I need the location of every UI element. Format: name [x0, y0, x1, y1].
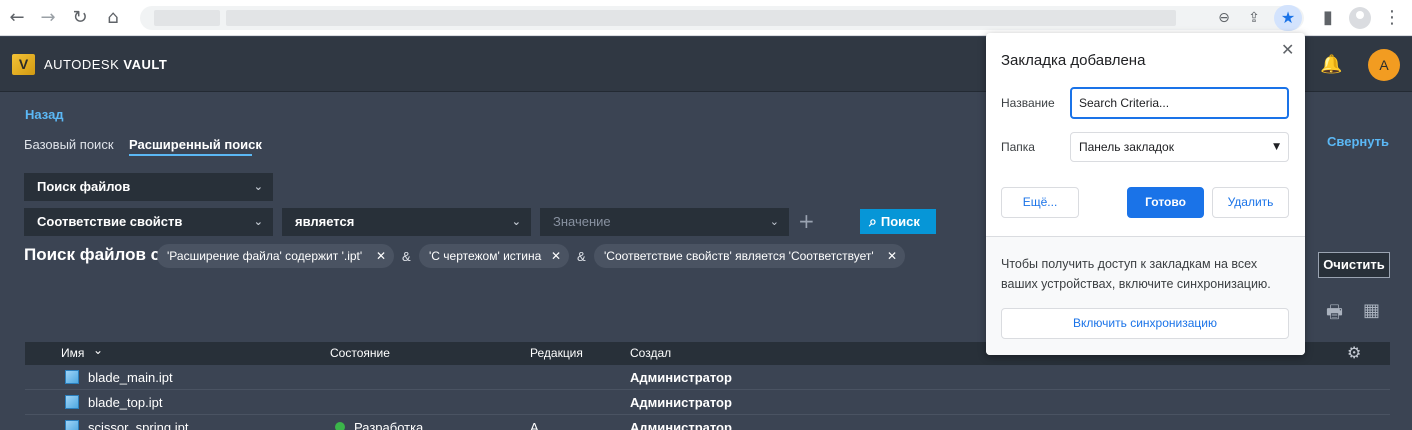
and-separator: &: [402, 249, 411, 264]
user-avatar[interactable]: A: [1368, 49, 1400, 81]
tab-advanced-search[interactable]: Расширенный поиск: [129, 137, 262, 152]
clear-button[interactable]: Очистить: [1318, 252, 1390, 278]
add-condition-plus-icon[interactable]: +: [798, 209, 815, 233]
filter-chip: 'Расширение файла' содержит '.ipt' ✕: [157, 244, 394, 268]
created-by: Администратор: [630, 395, 732, 410]
search-button-label: Поиск: [880, 214, 920, 229]
file-name[interactable]: scissor_spring.ipt: [88, 420, 188, 430]
url-redacted: [226, 10, 1176, 26]
delete-button[interactable]: Удалить: [1212, 187, 1289, 218]
chevron-down-icon: ⌄: [253, 215, 263, 228]
folder-label: Папка: [1001, 140, 1035, 154]
chevron-down-icon: ⌄: [253, 180, 263, 193]
dropdown-triangle-icon: ▼: [1273, 142, 1280, 152]
part-file-icon: [65, 395, 79, 409]
filter-chip-label: 'Соответствие свойств' является 'Соответ…: [604, 249, 874, 263]
brand-title: AUTODESK VAULT: [44, 57, 167, 72]
filter-title: Поиск файлов с: [24, 245, 161, 264]
table-row[interactable]: blade_main.ipt Администратор: [25, 365, 1390, 390]
revision: A: [530, 420, 539, 430]
name-label: Название: [1001, 96, 1055, 110]
filter-chip-label: 'Расширение файла' содержит '.ipt': [167, 249, 363, 263]
brand-prefix: AUTODESK: [44, 57, 120, 72]
sync-section: Чтобы получить доступ к закладкам на все…: [986, 237, 1305, 355]
search-type-dropdown[interactable]: Поиск файлов ⌄: [24, 173, 273, 201]
home-icon[interactable]: ⌂: [101, 6, 125, 30]
sync-note: Чтобы получить доступ к закладкам на все…: [1001, 257, 1271, 291]
browser-menu-icon[interactable]: ⋮: [1380, 6, 1404, 30]
filter-chip: 'Соответствие свойств' является 'Соответ…: [594, 244, 905, 268]
created-by: Администратор: [630, 370, 732, 385]
value-placeholder: Значение: [553, 214, 611, 229]
forward-arrow-icon[interactable]: →: [36, 6, 60, 30]
operator-dropdown[interactable]: является ⌄: [282, 208, 531, 236]
address-bar[interactable]: ⊖ ⇪: [140, 6, 1304, 30]
gear-icon[interactable]: ⚙: [1347, 343, 1361, 362]
folder-select[interactable]: Панель закладок ▼: [1070, 132, 1289, 162]
done-button[interactable]: Готово: [1127, 187, 1204, 218]
back-arrow-icon[interactable]: ←: [5, 6, 29, 30]
brand-name: VAULT: [123, 57, 168, 72]
search-type-value: Поиск файлов: [37, 179, 131, 194]
active-tab-indicator: [129, 154, 252, 156]
folder-value: Панель закладок: [1079, 140, 1174, 154]
url-redacted: [154, 10, 220, 26]
part-file-icon: [65, 370, 79, 384]
vault-logo: V: [12, 54, 35, 75]
more-button[interactable]: Ещё...: [1001, 187, 1079, 218]
back-link[interactable]: Назад: [25, 107, 64, 122]
remove-chip-icon[interactable]: ✕: [376, 244, 386, 268]
column-header-created-by[interactable]: Создал: [630, 346, 671, 360]
side-panel-icon[interactable]: ▮: [1316, 6, 1340, 30]
share-icon[interactable]: ⇪: [1244, 8, 1264, 28]
enable-sync-button[interactable]: Включить синхронизацию: [1001, 308, 1289, 339]
value-dropdown[interactable]: Значение ⌄: [540, 208, 789, 236]
created-by: Администратор: [630, 420, 732, 430]
column-header-state[interactable]: Состояние: [330, 346, 390, 360]
table-row[interactable]: blade_top.ipt Администратор: [25, 390, 1390, 415]
file-name[interactable]: blade_top.ipt: [88, 395, 162, 410]
property-value: Соответствие свойств: [37, 214, 183, 229]
results-table: Имя ⌄ Состояние Редакция Создал ⚙ blade_…: [25, 342, 1390, 430]
search-icon: ⌕: [869, 214, 877, 230]
chevron-down-icon: ⌄: [511, 215, 521, 228]
column-header-name[interactable]: Имя: [61, 346, 84, 360]
filter-chip: 'С чертежом' истина ✕: [419, 244, 569, 268]
file-name[interactable]: blade_main.ipt: [88, 370, 173, 385]
bookmark-added-popup: Закладка добавлена ✕ Название Папка Пане…: [986, 33, 1305, 355]
filter-chip-label: 'С чертежом' истина: [429, 249, 542, 263]
status-dot: [335, 422, 345, 430]
remove-chip-icon[interactable]: ✕: [551, 244, 561, 268]
chevron-down-icon: ⌄: [769, 215, 779, 228]
calculator-icon[interactable]: ▦: [1363, 300, 1380, 321]
and-separator: &: [577, 249, 586, 264]
reload-icon[interactable]: ↻: [68, 6, 92, 30]
bookmark-star-icon[interactable]: ★: [1274, 5, 1302, 31]
print-icon[interactable]: 🖶: [1326, 300, 1343, 330]
profile-avatar[interactable]: [1349, 7, 1371, 29]
zoom-icon[interactable]: ⊖: [1214, 8, 1234, 28]
close-icon[interactable]: ✕: [1281, 40, 1294, 59]
collapse-link[interactable]: Свернуть: [1327, 134, 1389, 149]
property-dropdown[interactable]: Соответствие свойств ⌄: [24, 208, 273, 236]
search-button[interactable]: ⌕ Поиск: [860, 209, 936, 234]
notifications-bell-icon[interactable]: 🔔: [1320, 54, 1342, 75]
column-header-revision[interactable]: Редакция: [530, 346, 583, 360]
tab-basic-search[interactable]: Базовый поиск: [24, 137, 114, 152]
part-file-icon: [65, 420, 79, 430]
bookmark-name-input[interactable]: [1070, 87, 1289, 119]
remove-chip-icon[interactable]: ✕: [887, 244, 897, 268]
operator-value: является: [295, 214, 355, 229]
sort-chevron-icon[interactable]: ⌄: [93, 343, 103, 357]
browser-toolbar: ← → ↻ ⌂ ⊖ ⇪ ★ ▮ ⋮: [0, 0, 1412, 36]
popup-title: Закладка добавлена: [1001, 52, 1146, 69]
state: Разработка: [354, 420, 424, 430]
table-row[interactable]: scissor_spring.ipt Разработка A Админист…: [25, 415, 1390, 430]
